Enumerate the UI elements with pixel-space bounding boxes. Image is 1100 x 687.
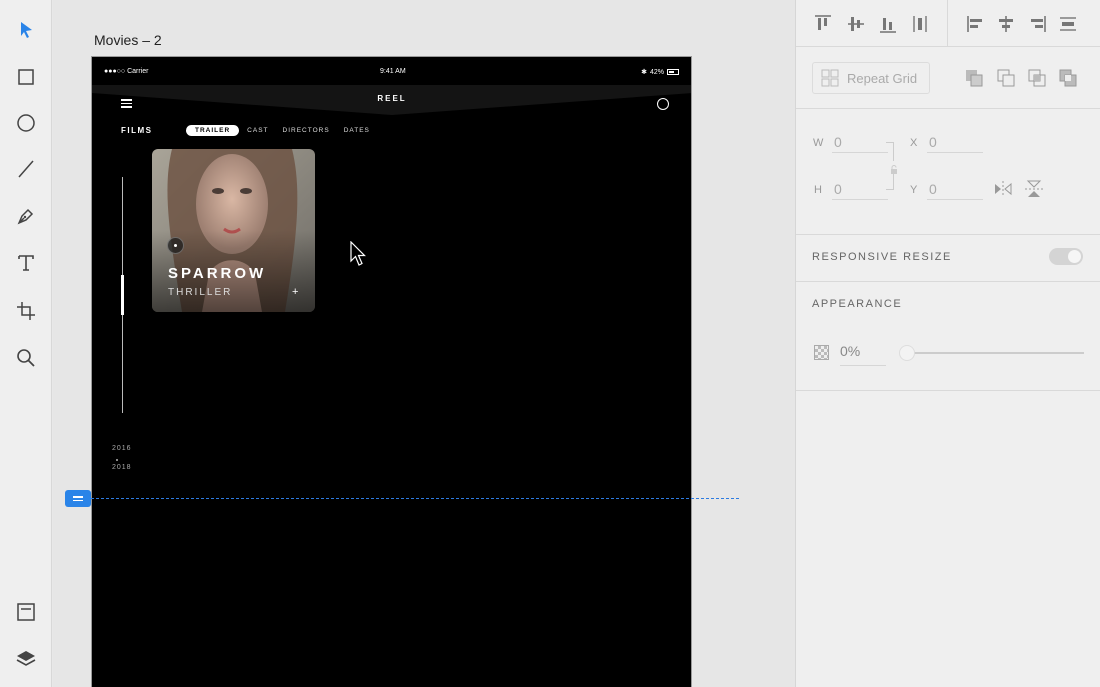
align-right-icon[interactable] <box>1027 14 1047 34</box>
x-input[interactable]: 0 <box>927 131 983 153</box>
artboard-title[interactable]: Movies – 2 <box>94 32 162 48</box>
align-bottom-icon[interactable] <box>878 14 898 34</box>
height-input[interactable]: 0 <box>832 178 888 200</box>
status-right: ✱ 42% <box>641 68 679 76</box>
select-tool-icon[interactable] <box>12 16 40 44</box>
rectangle-tool-icon[interactable] <box>12 63 40 91</box>
width-label: W <box>813 137 824 149</box>
alignment-row <box>796 0 1100 47</box>
tab-bar: TRAILER CAST DIRECTORS DATES <box>186 125 384 136</box>
movie-card[interactable]: SPARROW THRILLER + <box>152 149 315 312</box>
align-middle-icon[interactable] <box>846 14 866 34</box>
tool-bar <box>0 0 52 687</box>
repeat-grid-label: Repeat Grid <box>847 70 918 86</box>
property-inspector: Repeat Grid W 0 X 0 H 0 Y 0 RESPONSIVE R… <box>795 0 1100 687</box>
carrier-label: ●●●○○ Carrier <box>104 68 149 75</box>
flip-horizontal-icon[interactable] <box>993 180 1013 198</box>
guide-handle[interactable] <box>65 490 91 507</box>
app-title: REEL <box>377 94 407 103</box>
boolean-add-icon[interactable] <box>964 68 984 88</box>
timeline-marker[interactable] <box>121 275 124 315</box>
responsive-resize-toggle[interactable] <box>1049 248 1083 265</box>
repeat-grid-button[interactable]: Repeat Grid <box>812 62 930 94</box>
add-movie-button[interactable]: + <box>292 286 298 298</box>
ellipse-tool-icon[interactable] <box>12 109 40 137</box>
year-end: 2018 <box>112 464 132 471</box>
scroll-guide-line[interactable] <box>91 498 739 499</box>
mouse-cursor-icon <box>350 241 366 266</box>
artboard[interactable]: ●●●○○ Carrier 9:41 AM ✱ 42% REEL FILMS T… <box>91 56 692 687</box>
flip-vertical-icon[interactable] <box>1024 180 1044 198</box>
movie-genre: THRILLER <box>168 287 233 298</box>
toolbar-divider <box>947 0 948 46</box>
appearance-label: APPEARANCE <box>812 298 903 310</box>
profile-circle-icon[interactable] <box>657 98 669 110</box>
opacity-icon <box>814 345 829 360</box>
responsive-resize-label: RESPONSIVE RESIZE <box>812 251 952 263</box>
lock-icon[interactable] <box>890 161 898 174</box>
play-trailer-button[interactable] <box>167 237 184 254</box>
pen-tool-icon[interactable] <box>12 202 40 230</box>
tab-dates[interactable]: DATES <box>344 127 370 134</box>
movie-title: SPARROW <box>168 265 267 282</box>
design-canvas[interactable]: Movies – 2 ●●●○○ Carrier 9:41 AM ✱ 42% R… <box>53 0 795 687</box>
y-input[interactable]: 0 <box>927 178 983 200</box>
bluetooth-icon: ✱ <box>641 69 647 76</box>
opacity-slider-thumb[interactable] <box>899 345 915 361</box>
year-start: 2016 <box>112 445 132 452</box>
boolean-subtract-icon[interactable] <box>996 68 1016 88</box>
opacity-slider-track[interactable] <box>909 352 1084 354</box>
boolean-exclude-icon[interactable] <box>1058 68 1078 88</box>
section-label: FILMS <box>121 126 153 135</box>
assets-panel-icon[interactable] <box>12 598 40 626</box>
transform-row: W 0 X 0 H 0 Y 0 <box>796 109 1100 235</box>
distribute-vertical-icon[interactable] <box>910 14 930 34</box>
repeat-grid-icon <box>821 69 839 87</box>
opacity-input[interactable]: 0% <box>840 340 886 366</box>
line-tool-icon[interactable] <box>12 155 40 183</box>
align-top-icon[interactable] <box>813 14 833 34</box>
battery-percent: 42% <box>649 68 664 76</box>
text-tool-icon[interactable] <box>12 249 40 277</box>
tab-cast[interactable]: CAST <box>247 127 268 134</box>
status-bar: ●●●○○ Carrier 9:41 AM ✱ 42% <box>92 57 691 87</box>
width-input[interactable]: 0 <box>832 131 888 153</box>
y-label: Y <box>910 184 918 196</box>
status-time: 9:41 AM <box>380 68 406 75</box>
appearance-row: APPEARANCE 0% <box>796 282 1100 391</box>
zoom-tool-icon[interactable] <box>12 344 40 372</box>
align-left-icon[interactable] <box>966 14 986 34</box>
distribute-horizontal-icon[interactable] <box>1058 14 1078 34</box>
boolean-intersect-icon[interactable] <box>1027 68 1047 88</box>
year-separator <box>116 459 118 461</box>
align-center-icon[interactable] <box>996 14 1016 34</box>
height-label: H <box>814 184 822 196</box>
tab-directors[interactable]: DIRECTORS <box>283 127 330 134</box>
tab-trailer[interactable]: TRAILER <box>186 125 240 136</box>
responsive-resize-row: RESPONSIVE RESIZE <box>796 235 1100 282</box>
x-label: X <box>910 137 918 149</box>
layers-panel-icon[interactable] <box>12 645 40 673</box>
repeat-grid-row: Repeat Grid <box>796 47 1100 109</box>
battery-icon <box>667 69 679 75</box>
artboard-tool-icon[interactable] <box>12 297 40 325</box>
